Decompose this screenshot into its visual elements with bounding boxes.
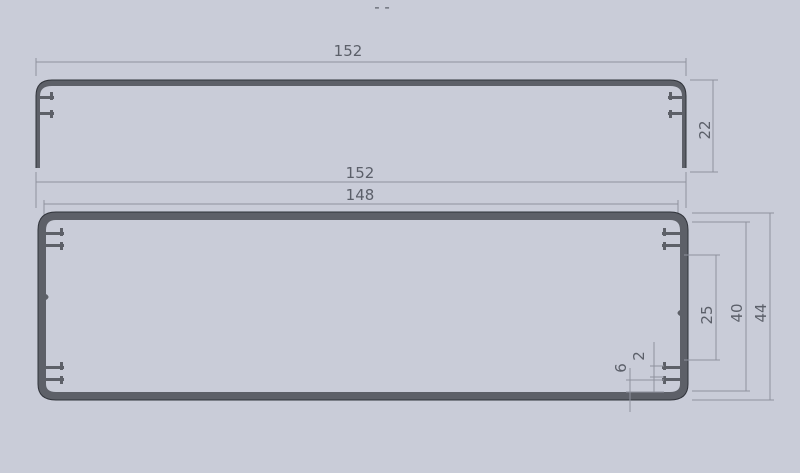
dimension-slot-2: 2	[630, 342, 664, 392]
dimension-label-slot-2: 2	[630, 351, 648, 361]
engineering-drawing: - - 152 22 152 148 44 40 25 2 6	[35, 0, 774, 412]
dimension-slot-6: 6	[612, 363, 664, 412]
dimension-label-height-44: 44	[752, 303, 770, 322]
dimension-label-height-25: 25	[698, 305, 716, 324]
dimension-label-top-width: 152	[334, 42, 363, 60]
dimension-label-top-height: 22	[696, 120, 714, 139]
dimension-top-height: 22	[690, 79, 718, 173]
dimension-label-bottom-outer-width: 152	[346, 164, 375, 182]
dimension-label-bottom-inner-width: 148	[346, 186, 375, 204]
dimension-height-25: 25	[684, 254, 720, 361]
dimension-label-height-40: 40	[728, 303, 746, 322]
top-mark: - -	[374, 0, 390, 16]
dimension-top-width: 152	[35, 42, 687, 76]
dimension-label-slot-6: 6	[612, 363, 630, 373]
top-cover-profile	[35, 79, 687, 168]
bottom-tube-profile	[37, 211, 689, 401]
